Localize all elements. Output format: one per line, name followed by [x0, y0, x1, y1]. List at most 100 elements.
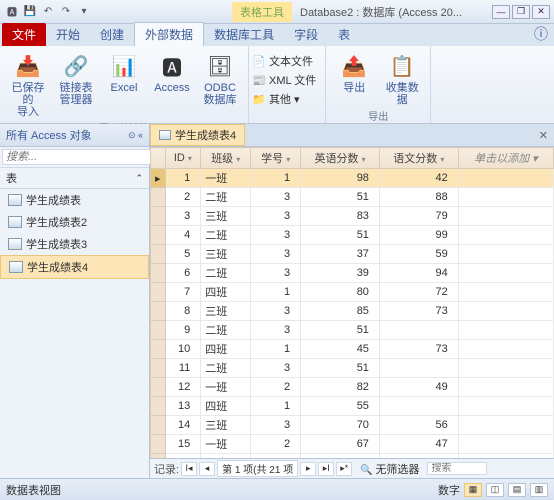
cell[interactable] — [458, 454, 553, 459]
cell[interactable]: 80 — [301, 283, 380, 302]
cell[interactable] — [458, 321, 553, 340]
ribbon-button-文本文件[interactable]: 📄文本文件 — [249, 52, 319, 70]
cell[interactable]: 1 — [251, 283, 301, 302]
close-button[interactable]: ✕ — [532, 5, 550, 19]
ribbon-button-收集数据[interactable]: 📋收集数据 — [380, 48, 424, 108]
first-record-button[interactable]: I◂ — [181, 462, 197, 476]
row-header[interactable] — [151, 188, 166, 207]
minimize-button[interactable]: — — [492, 5, 510, 19]
save-icon[interactable]: 💾 — [22, 4, 38, 20]
sql-view-button[interactable]: ▤ — [508, 483, 526, 497]
cell[interactable]: 三班 — [201, 245, 251, 264]
cell[interactable] — [458, 302, 553, 321]
cell[interactable]: 99 — [379, 226, 458, 245]
ribbon-tab-开始[interactable]: 开始 — [46, 23, 90, 46]
row-header[interactable] — [151, 302, 166, 321]
cell[interactable]: 3 — [251, 264, 301, 283]
cell[interactable]: 10 — [165, 340, 201, 359]
cell[interactable]: 3 — [251, 359, 301, 378]
cell[interactable]: 1 — [165, 169, 201, 188]
cell[interactable] — [379, 359, 458, 378]
cell[interactable]: 3 — [251, 207, 301, 226]
row-header[interactable] — [151, 435, 166, 454]
cell[interactable]: 3 — [251, 302, 301, 321]
row-header[interactable] — [151, 321, 166, 340]
cell[interactable]: 2 — [165, 188, 201, 207]
nav-dropdown-icon[interactable]: ⊙ « — [128, 130, 143, 141]
cell[interactable]: 73 — [379, 302, 458, 321]
row-header[interactable] — [151, 264, 166, 283]
cell[interactable]: 51 — [301, 321, 380, 340]
cell[interactable]: 70 — [301, 416, 380, 435]
ribbon-tab-文件[interactable]: 文件 — [2, 23, 46, 46]
nav-table-item[interactable]: 学生成绩表3 — [0, 233, 149, 255]
ribbon-tab-表[interactable]: 表 — [328, 23, 360, 46]
row-header[interactable] — [151, 378, 166, 397]
ribbon-button-XML文件[interactable]: 📰XML 文件 — [249, 71, 319, 89]
cell[interactable]: 一班 — [201, 435, 251, 454]
ribbon-button-其他▾[interactable]: 📁其他 ▾ — [249, 90, 319, 108]
cell[interactable] — [458, 397, 553, 416]
nav-table-item[interactable]: 学生成绩表4 — [0, 255, 149, 279]
cell[interactable]: 9 — [165, 321, 201, 340]
cell[interactable]: 59 — [379, 245, 458, 264]
cell[interactable]: 67 — [301, 435, 380, 454]
cell[interactable]: 79 — [379, 207, 458, 226]
record-position[interactable]: 第 1 项(共 21 项 — [217, 460, 298, 477]
cell[interactable]: 7 — [165, 283, 201, 302]
cell[interactable]: 1 — [251, 169, 301, 188]
cell[interactable]: 二班 — [201, 226, 251, 245]
cell[interactable]: 3 — [251, 416, 301, 435]
datasheet-view-button[interactable]: ▦ — [464, 483, 482, 497]
cell[interactable]: 3 — [165, 207, 201, 226]
cell[interactable]: 一班 — [201, 378, 251, 397]
qat-dropdown-icon[interactable]: ▾ — [76, 4, 92, 20]
restore-button[interactable]: ❐ — [512, 5, 530, 19]
cell[interactable]: 3 — [251, 245, 301, 264]
cell[interactable]: 一班 — [201, 454, 251, 459]
collapse-icon[interactable]: ⌃ — [135, 173, 143, 184]
cell[interactable] — [379, 397, 458, 416]
cell[interactable]: 42 — [379, 169, 458, 188]
nav-search-input[interactable] — [2, 149, 153, 165]
cell[interactable] — [379, 321, 458, 340]
cell[interactable]: 三班 — [201, 416, 251, 435]
ribbon-button-已保存的导入[interactable]: 📥已保存的导入 — [6, 48, 50, 120]
ribbon-tab-创建[interactable]: 创建 — [90, 23, 134, 46]
cell[interactable]: 14 — [165, 416, 201, 435]
cell[interactable]: 3 — [251, 188, 301, 207]
cell[interactable]: 47 — [379, 435, 458, 454]
ribbon-tab-数据库工具[interactable]: 数据库工具 — [204, 23, 284, 46]
cell[interactable]: 三班 — [201, 302, 251, 321]
cell[interactable]: 四班 — [201, 397, 251, 416]
row-header[interactable] — [151, 226, 166, 245]
form-view-button[interactable]: ▥ — [530, 483, 548, 497]
undo-icon[interactable]: ↶ — [40, 4, 56, 20]
cell[interactable]: 51 — [301, 226, 380, 245]
cell[interactable]: 72 — [379, 283, 458, 302]
cell[interactable]: 82 — [301, 378, 380, 397]
column-header[interactable]: ID ▾ — [165, 148, 201, 169]
cell[interactable] — [458, 416, 553, 435]
cell[interactable] — [458, 283, 553, 302]
last-record-button[interactable]: ▸I — [318, 462, 334, 476]
nav-category[interactable]: 表 ⌃ — [0, 168, 149, 189]
row-header[interactable] — [151, 283, 166, 302]
cell[interactable]: 四班 — [201, 340, 251, 359]
cell[interactable]: 12 — [165, 378, 201, 397]
ribbon-tab-外部数据[interactable]: 外部数据 — [134, 22, 204, 46]
ribbon-tab-字段[interactable]: 字段 — [284, 23, 328, 46]
cell[interactable]: 13 — [165, 397, 201, 416]
ribbon-button-Access[interactable]: 🅰Access — [150, 48, 194, 96]
cell[interactable] — [458, 378, 553, 397]
cell[interactable]: 5 — [165, 245, 201, 264]
cell[interactable]: 11 — [165, 359, 201, 378]
nav-table-item[interactable]: 学生成绩表 — [0, 189, 149, 211]
new-record-button[interactable]: ▸* — [336, 462, 352, 476]
cell[interactable]: 51 — [301, 359, 380, 378]
column-header[interactable]: 班级 ▾ — [201, 148, 251, 169]
cell[interactable]: 55 — [301, 397, 380, 416]
cell[interactable]: 1 — [251, 397, 301, 416]
cell[interactable]: 2 — [251, 454, 301, 459]
cell[interactable]: 56 — [379, 416, 458, 435]
